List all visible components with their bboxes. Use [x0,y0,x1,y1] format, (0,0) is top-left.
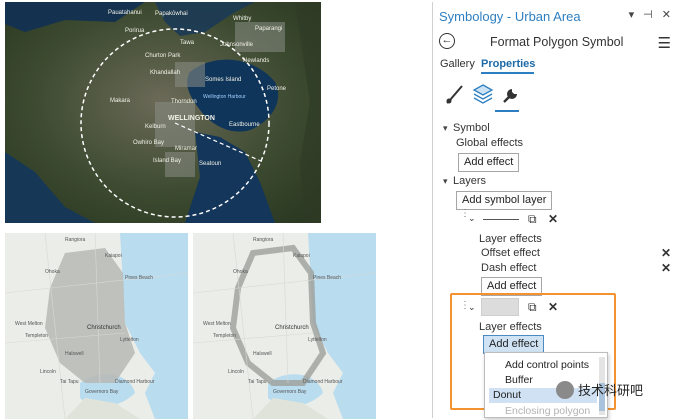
wrench-icon[interactable] [499,82,523,106]
map-label: Khandallah [150,70,180,76]
map-label: Petone [267,86,287,92]
map-label: Newlands [243,58,269,64]
map-label: Wellington Harbour [203,94,246,100]
tab-properties[interactable]: Properties [481,58,535,70]
map-label: Kaiapoi [293,253,310,259]
map-label: Diamond Harbour [115,379,155,385]
offset-effect-item[interactable]: Offset effect [481,247,540,259]
map-label: West Melton [203,321,231,327]
map-label: Diamond Harbour [303,379,343,385]
active-icon-indicator [495,110,519,112]
pane-subtitle: Format Polygon Symbol [490,35,624,49]
dropdown-option[interactable]: Add control points [485,358,597,373]
chevron-down-icon: ▾ [443,123,448,133]
map-label: Ohoka [45,269,60,275]
map-label: West Melton [15,321,43,327]
map-label: Lincoln [228,369,244,375]
map-label: Pines Beach [125,275,153,281]
map-label: Halswell [65,351,84,357]
drag-handle-icon[interactable]: ⋮ [460,209,470,219]
map-label: Governors Bay [85,389,119,395]
map-label: Christchurch [87,325,121,331]
map-label: Lincoln [40,369,56,375]
map-label: Churton Park [145,53,181,59]
map-label: Lyttelton [120,337,139,343]
dropdown-option[interactable]: Enclosing polygon [485,404,597,417]
map-label: Somes Island [205,77,241,83]
christchurch-map-after: Rangiora Kaiapoi Pines Beach Ohoka West … [193,233,376,419]
active-tab-indicator [481,72,534,74]
map-label: Pines Beach [313,275,341,281]
wechat-icon [556,380,574,399]
pane-window-controls[interactable]: ▾ ⊣ ✕ [629,8,674,21]
map-label: Johnsonville [220,42,254,48]
map-label: Thorndon [171,99,197,105]
add-global-effect-button[interactable]: Add effect [458,153,520,172]
christchurch-map-before: Rangiora Kaiapoi Pines Beach Ohoka West … [5,233,188,419]
tab-gallery[interactable]: Gallery [440,58,475,70]
map-label: Papakōwhai [155,11,188,17]
remove-effect-icon[interactable]: ✕ [661,261,671,275]
map-label: Kelburn [145,124,166,130]
map-label: Ohoka [233,269,248,275]
hamburger-menu-icon[interactable]: ☰ [658,34,671,52]
symbol-property-tabs [441,82,541,110]
map-label: Owhiro Bay [133,140,164,146]
map-label: Miramar [175,146,197,152]
map-label: Rangiora [65,237,86,243]
map-label: Tai Tapu [60,379,79,385]
map-label: Kaiapoi [105,253,122,259]
map-label: Whitby [233,16,251,22]
map-label: Pauatahanui [108,10,142,16]
pane-title: Symbology - Urban Area [439,9,581,24]
symbol-section-header[interactable]: ▾ Symbol [443,122,490,134]
dash-effect-item[interactable]: Dash effect [481,262,536,274]
map-label: Rangiora [253,237,274,243]
back-arrow-icon[interactable]: ← [439,33,455,49]
remove-effect-icon[interactable]: ✕ [661,246,671,260]
delete-layer-icon[interactable]: ✕ [548,212,558,226]
copy-layer-icon[interactable]: ⧉ [528,212,537,227]
map-label: Governors Bay [273,389,307,395]
map-label: Lyttelton [308,337,327,343]
stroke-layer-preview[interactable] [483,219,519,220]
layers-icon[interactable] [471,82,495,106]
watermark: 技术科研吧 [556,380,643,404]
map-label: Templeton [213,333,236,339]
chevron-down-icon[interactable]: ⌄ [468,213,476,224]
map-label: Makara [110,98,131,104]
map-label: Christchurch [275,325,309,331]
chevron-down-icon: ▾ [443,176,448,186]
map-label: Tawa [180,40,195,46]
map-label: Tai Tapu [248,379,267,385]
map-label: Halswell [253,351,272,357]
map-label: Seatoun [199,161,221,167]
brush-icon[interactable] [443,82,467,106]
map-label: Templeton [25,333,48,339]
wellington-satellite-map: Pauatahanui Papakōwhai Porirua Whitby Pa… [5,2,321,223]
map-label: Porirua [125,28,145,34]
map-label: Eastbourne [229,122,260,128]
global-effects-label: Global effects [456,137,524,149]
add-symbol-layer-button[interactable]: Add symbol layer [456,191,553,210]
layers-section-header[interactable]: ▾ Layers [443,175,486,187]
layer-effects-label: Layer effects [479,233,542,245]
map-label: Island Bay [153,158,181,164]
map-label: Paparangi [255,26,282,32]
map-label: WELLINGTON [168,115,215,122]
